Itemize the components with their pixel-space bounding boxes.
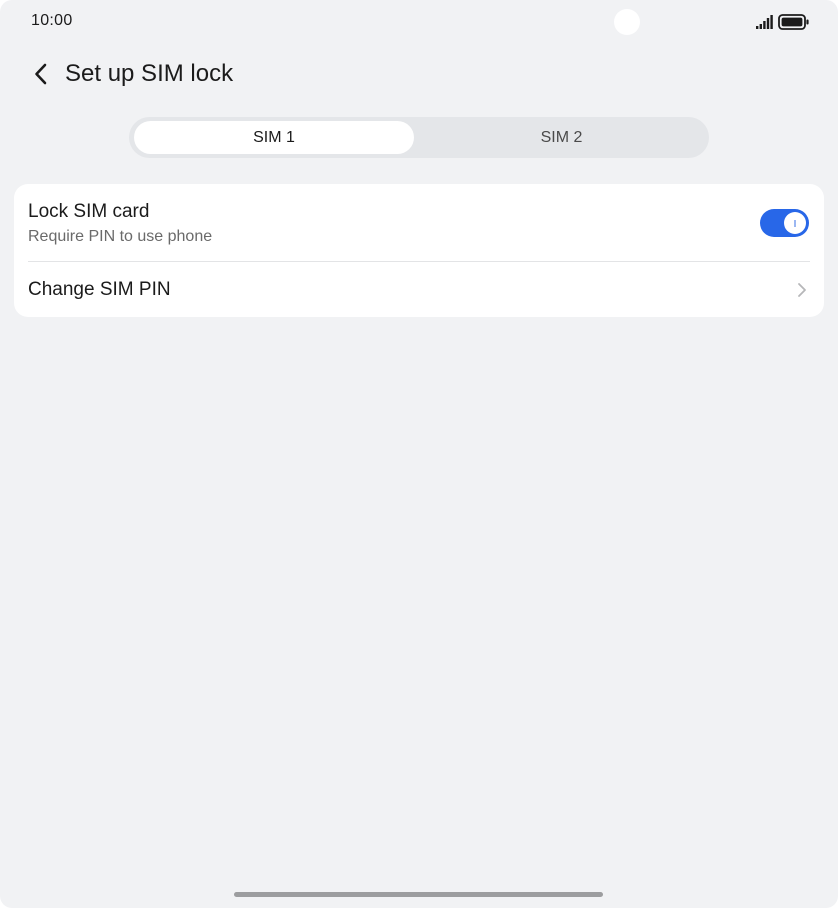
lock-sim-card-row[interactable]: Lock SIM card Require PIN to use phone bbox=[14, 184, 824, 261]
lock-sim-card-title: Lock SIM card bbox=[28, 201, 150, 222]
lock-sim-card-subtitle: Require PIN to use phone bbox=[28, 228, 213, 245]
back-button[interactable] bbox=[28, 60, 56, 88]
header: Set up SIM lock bbox=[0, 52, 838, 96]
change-sim-pin-title: Change SIM PIN bbox=[28, 279, 171, 300]
page-title: Set up SIM lock bbox=[65, 60, 234, 87]
status-bar: 10:00 bbox=[0, 0, 838, 44]
change-sim-pin-row[interactable]: Change SIM PIN bbox=[14, 262, 824, 317]
tab-sim-1[interactable]: SIM 1 bbox=[134, 121, 414, 154]
camera-cutout bbox=[614, 9, 640, 35]
home-indicator[interactable] bbox=[234, 892, 603, 897]
status-time: 10:00 bbox=[31, 12, 73, 29]
settings-card: Lock SIM card Require PIN to use phone C… bbox=[14, 184, 824, 317]
signal-bars-icon bbox=[756, 15, 773, 29]
toggle-knob bbox=[784, 212, 806, 234]
tab-sim-2[interactable]: SIM 2 bbox=[419, 121, 704, 154]
battery-full-icon bbox=[778, 14, 809, 30]
phone-screen: 10:00 Set up SIM lock SIM 1 SIM 2 Lock S… bbox=[0, 0, 838, 908]
chevron-left-icon bbox=[35, 63, 47, 85]
toggle-on-mark bbox=[794, 219, 796, 227]
sim-tab-switcher: SIM 1 SIM 2 bbox=[129, 117, 709, 158]
lock-sim-toggle[interactable] bbox=[760, 209, 809, 237]
chevron-right-icon bbox=[798, 283, 806, 297]
